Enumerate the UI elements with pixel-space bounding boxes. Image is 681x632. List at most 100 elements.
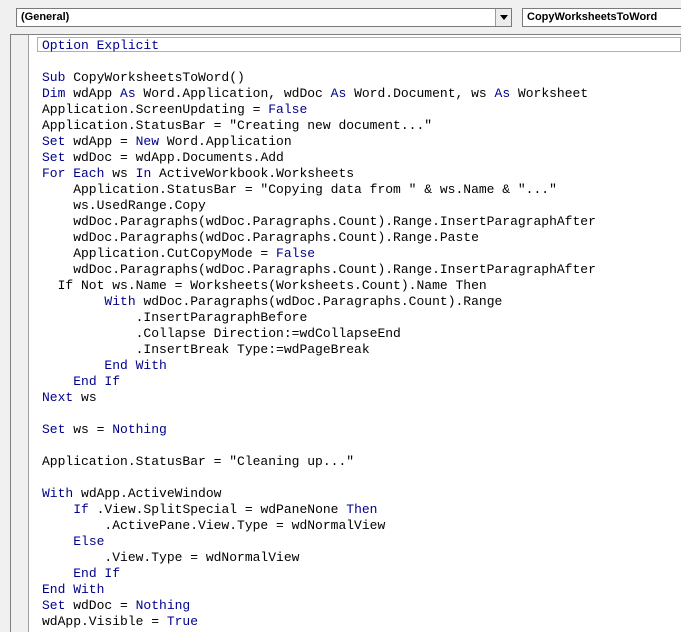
procedure-dropdown-value: CopyWorksheetsToWord	[527, 11, 658, 23]
keyword-token: Next	[42, 390, 74, 405]
code-line[interactable]	[42, 438, 596, 454]
code-line[interactable]: End With	[42, 582, 596, 598]
code-line[interactable]: wdDoc.Paragraphs(wdDoc.Paragraphs.Count)…	[42, 230, 596, 246]
code-line[interactable]: Application.CutCopyMode = False	[42, 246, 596, 262]
object-dropdown-value: (General)	[21, 11, 70, 23]
code-token: wdApp =	[65, 134, 136, 149]
code-line[interactable]: End With	[42, 358, 596, 374]
keyword-token: With	[104, 294, 136, 309]
code-line[interactable]: Set wdDoc = Nothing	[42, 598, 596, 614]
code-token: .Collapse Direction:=wdCollapseEnd	[42, 326, 401, 341]
code-token: Application.StatusBar = "Copying data fr…	[42, 182, 557, 197]
code-line[interactable]: With wdApp.ActiveWindow	[42, 486, 596, 502]
code-token: wdDoc.Paragraphs(wdDoc.Paragraphs.Count)…	[42, 214, 596, 229]
keyword-token: Set	[42, 150, 66, 165]
code-token: ws	[104, 166, 136, 181]
code-line[interactable]: Sub CopyWorksheetsToWord()	[42, 70, 596, 86]
code-token: Word.Document, ws	[346, 86, 495, 101]
keyword-token: In	[135, 166, 152, 181]
code-line[interactable]: End If	[42, 374, 596, 390]
code-line[interactable]: Application.StatusBar = "Copying data fr…	[42, 182, 596, 198]
code-line[interactable]	[42, 470, 596, 486]
keyword-token: Set	[42, 422, 66, 437]
code-line[interactable]: Else	[42, 534, 596, 550]
code-line[interactable]: .InsertBreak Type:=wdPageBreak	[42, 342, 596, 358]
code-token: Application.StatusBar = "Creating new do…	[42, 118, 433, 133]
procedure-dropdown[interactable]: CopyWorksheetsToWord	[522, 8, 681, 27]
keyword-token: If	[73, 502, 89, 517]
code-line[interactable]: For Each ws In ActiveWorkbook.Worksheets	[42, 166, 596, 182]
code-token: .View.SplitSpecial = wdPaneNone	[88, 502, 347, 517]
keyword-token: End If	[73, 566, 121, 581]
code-line[interactable]: Next ws	[42, 390, 596, 406]
code-token: Application.ScreenUpdating =	[42, 102, 269, 117]
code-line[interactable]: End If	[42, 566, 596, 582]
code-line[interactable]: Set wdApp = New Word.Application	[42, 134, 596, 150]
code-line[interactable]: Set ws = Nothing	[42, 422, 596, 438]
margin-indicator-bar[interactable]	[11, 35, 29, 632]
keyword-token: New	[135, 134, 160, 149]
keyword-token: Sub	[42, 70, 66, 85]
code-token: wdApp.ActiveWindow	[73, 486, 222, 501]
code-line[interactable]: With wdDoc.Paragraphs(wdDoc.Paragraphs.C…	[42, 294, 596, 310]
code-token: wdApp	[65, 86, 121, 101]
keyword-token: Then	[346, 502, 378, 517]
code-line[interactable]: .View.Type = wdNormalView	[42, 550, 596, 566]
code-token: If Not ws.Name = Worksheets(Worksheets.C…	[42, 278, 487, 293]
code-token: wdDoc.Paragraphs(wdDoc.Paragraphs.Count)…	[42, 230, 479, 245]
keyword-token: False	[268, 102, 308, 117]
code-token: .ActivePane.View.Type = wdNormalView	[42, 518, 386, 533]
keyword-token: Dim	[42, 86, 66, 101]
keyword-token: End With	[42, 582, 105, 597]
code-token: .View.Type = wdNormalView	[42, 550, 300, 565]
keyword-token: Set	[42, 598, 66, 613]
keyword-token: End If	[73, 374, 121, 389]
code-token: wdDoc = wdApp.Documents.Add	[65, 150, 284, 165]
code-line[interactable]: If Not ws.Name = Worksheets(Worksheets.C…	[42, 278, 596, 294]
keyword-token: As	[330, 86, 347, 101]
code-line[interactable]: Application.StatusBar = "Cleaning up..."	[42, 454, 596, 470]
code-line[interactable]: .Collapse Direction:=wdCollapseEnd	[42, 326, 596, 342]
code-line[interactable]: If .View.SplitSpecial = wdPaneNone Then	[42, 502, 596, 518]
code-token: Word.Application	[159, 134, 292, 149]
keyword-token: End With	[104, 358, 167, 373]
code-line[interactable]	[42, 54, 596, 70]
code-line[interactable]: ws.UsedRange.Copy	[42, 198, 596, 214]
code-line[interactable]: Application.StatusBar = "Creating new do…	[42, 118, 596, 134]
keyword-token: As	[494, 86, 511, 101]
code-token: wdDoc.Paragraphs(wdDoc.Paragraphs.Count)…	[135, 294, 503, 309]
code-token: Word.Application, wdDoc	[135, 86, 331, 101]
code-line[interactable]: .InsertParagraphBefore	[42, 310, 596, 326]
code-token: ws.UsedRange.Copy	[42, 198, 206, 213]
object-dropdown[interactable]: (General)	[16, 8, 512, 27]
keyword-token: For Each	[42, 166, 105, 181]
code-token: ws =	[65, 422, 113, 437]
code-line[interactable]: .ActivePane.View.Type = wdNormalView	[42, 518, 596, 534]
keyword-token: False	[276, 246, 316, 261]
code-line[interactable]: Option Explicit	[42, 38, 596, 54]
code-line[interactable]	[42, 406, 596, 422]
code-token: ws	[73, 390, 97, 405]
code-line[interactable]: wdApp.Visible = True	[42, 614, 596, 630]
code-line[interactable]: Dim wdApp As Word.Application, wdDoc As …	[42, 86, 596, 102]
code-token: wdDoc =	[65, 598, 136, 613]
code-token: .InsertParagraphBefore	[42, 310, 308, 325]
keyword-token: Else	[73, 534, 105, 549]
code-line[interactable]: Set wdDoc = wdApp.Documents.Add	[42, 150, 596, 166]
keyword-token: Nothing	[135, 598, 191, 613]
object-dropdown-button[interactable]	[495, 9, 511, 26]
keyword-token: True	[166, 614, 199, 629]
code-line[interactable]: Application.ScreenUpdating = False	[42, 102, 596, 118]
code-editor[interactable]: Option Explicit Sub CopyWorksheetsToWord…	[10, 34, 681, 632]
code-text-area[interactable]: Option Explicit Sub CopyWorksheetsToWord…	[42, 38, 596, 630]
chevron-down-icon	[499, 15, 508, 20]
code-token: wdDoc.Paragraphs(wdDoc.Paragraphs.Count)…	[42, 262, 596, 277]
code-line[interactable]: wdDoc.Paragraphs(wdDoc.Paragraphs.Count)…	[42, 262, 596, 278]
code-line[interactable]: wdDoc.Paragraphs(wdDoc.Paragraphs.Count)…	[42, 214, 596, 230]
